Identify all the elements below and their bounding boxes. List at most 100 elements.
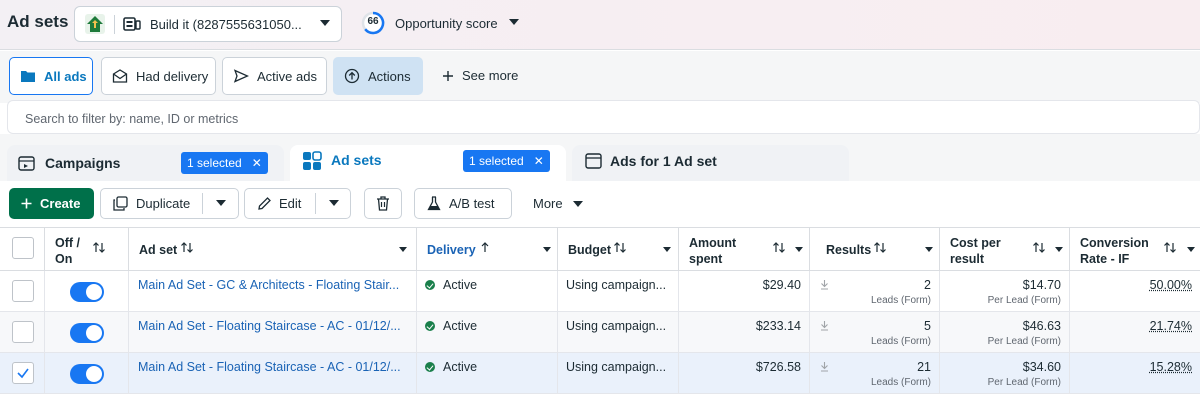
- row-select-cell: [0, 312, 45, 352]
- cost-per-result-value: $34.60: [1022, 360, 1061, 374]
- ab-test-label: A/B test: [449, 196, 495, 211]
- duplicate-button[interactable]: Duplicate: [101, 189, 202, 218]
- column-label: Ad set: [139, 243, 178, 257]
- ad-set-name-link[interactable]: Main Ad Set - Floating Staircase - AC - …: [138, 319, 416, 333]
- sort-icon[interactable]: [773, 242, 785, 253]
- column-label: Delivery: [427, 243, 476, 257]
- edit-button[interactable]: Edit: [245, 189, 315, 218]
- table-row[interactable]: Main Ad Set - Floating Staircase - AC - …: [0, 312, 1200, 353]
- conversion-rate-cell: 50.00%: [1070, 271, 1200, 311]
- chevron-down-icon[interactable]: [509, 19, 519, 25]
- row-checkbox[interactable]: [12, 280, 34, 302]
- column-label: Rate - IF: [1080, 252, 1130, 266]
- chevron-down-icon[interactable]: [329, 200, 339, 206]
- header-amount-spent[interactable]: Amount spent: [679, 228, 810, 271]
- delivery-status: Active: [443, 360, 478, 374]
- sort-icon[interactable]: [1164, 242, 1176, 253]
- opportunity-score-label[interactable]: Opportunity score: [395, 16, 498, 31]
- plus-icon: [21, 198, 32, 209]
- filter-had-delivery[interactable]: Had delivery: [101, 57, 216, 95]
- ad-set-name-link[interactable]: Main Ad Set - GC & Architects - Floating…: [138, 278, 416, 292]
- divider: [114, 15, 115, 34]
- header-cost-per-result[interactable]: Cost per result: [940, 228, 1070, 271]
- divider: [315, 193, 316, 214]
- budget-value: Using campaign...: [566, 360, 667, 374]
- selected-chip[interactable]: 1 selected ✕: [181, 152, 268, 174]
- tab-label: Ads for 1 Ad set: [610, 153, 717, 169]
- header-conversion-rate[interactable]: Conversion Rate - IF: [1070, 228, 1200, 271]
- flask-icon: [427, 196, 441, 211]
- amount-spent-value: $29.40: [762, 278, 801, 292]
- header-ad-set[interactable]: Ad set: [129, 228, 417, 271]
- chevron-down-icon[interactable]: [663, 247, 671, 252]
- selected-chip[interactable]: 1 selected ✕: [463, 150, 550, 172]
- on-off-toggle[interactable]: [70, 364, 104, 384]
- on-off-toggle[interactable]: [70, 282, 104, 302]
- select-all-checkbox[interactable]: [12, 237, 34, 259]
- delete-button[interactable]: [364, 188, 402, 219]
- column-label: Cost per: [950, 236, 1001, 250]
- close-icon[interactable]: ✕: [534, 154, 544, 168]
- budget-value: Using campaign...: [566, 319, 667, 333]
- header-select-all: [0, 228, 45, 271]
- results-value: 5: [924, 319, 931, 333]
- table-row[interactable]: Main Ad Set - Floating Staircase - AC - …: [0, 353, 1200, 394]
- tab-ad-sets[interactable]: Ad sets 1 selected ✕: [290, 145, 566, 183]
- ad-sets-table: Off / On Ad set Delivery Budget Amount s…: [0, 227, 1200, 396]
- chevron-down-icon[interactable]: [925, 247, 933, 252]
- chevron-down-icon[interactable]: [399, 247, 407, 252]
- see-more-button[interactable]: See more: [442, 68, 518, 83]
- download-icon: [821, 362, 828, 372]
- sort-icon[interactable]: [1033, 242, 1045, 253]
- filter-active-ads[interactable]: Active ads: [222, 57, 327, 95]
- account-selector[interactable]: Build it (8287555631050...: [74, 6, 342, 42]
- chevron-down-icon[interactable]: [543, 247, 551, 252]
- sort-icon[interactable]: [181, 242, 193, 253]
- create-button[interactable]: Create: [9, 188, 94, 219]
- sort-icon[interactable]: [874, 242, 886, 253]
- active-status-icon: [425, 321, 435, 331]
- row-checkbox[interactable]: [12, 321, 34, 343]
- search-input[interactable]: Search to filter by: name, ID or metrics: [7, 100, 1200, 134]
- column-label: result: [950, 252, 985, 266]
- ad-set-name-link[interactable]: Main Ad Set - Floating Staircase - AC - …: [138, 360, 416, 374]
- duplicate-button-group: Duplicate: [100, 188, 239, 219]
- row-checkbox[interactable]: [12, 362, 34, 384]
- tab-campaigns[interactable]: Campaigns 1 selected ✕: [7, 145, 284, 183]
- conversion-rate-cell: 21.74%: [1070, 312, 1200, 352]
- grid-icon: [303, 151, 322, 170]
- on-off-toggle[interactable]: [70, 323, 104, 343]
- chevron-down-icon[interactable]: [795, 247, 803, 252]
- tab-label: Campaigns: [45, 155, 121, 171]
- account-logo-icon: [85, 14, 105, 34]
- sort-icon[interactable]: [93, 242, 105, 253]
- header-results[interactable]: Results: [810, 228, 940, 271]
- duplicate-icon: [113, 196, 128, 211]
- header-budget[interactable]: Budget: [558, 228, 679, 271]
- table-header: Off / On Ad set Delivery Budget Amount s…: [0, 227, 1200, 271]
- chevron-down-icon[interactable]: [1055, 247, 1063, 252]
- account-name: Build it (8287555631050...: [150, 17, 302, 32]
- close-icon[interactable]: ✕: [252, 156, 262, 170]
- header-off-on[interactable]: Off / On: [45, 228, 129, 271]
- more-button[interactable]: More: [533, 196, 583, 211]
- header-delivery[interactable]: Delivery: [417, 228, 558, 271]
- spacer: [0, 134, 1200, 143]
- results-value: 2: [924, 278, 931, 292]
- results-type: Leads (Form): [870, 377, 931, 388]
- cost-per-result-value: $14.70: [1022, 278, 1061, 292]
- active-status-icon: [425, 362, 435, 372]
- tab-ads[interactable]: Ads for 1 Ad set: [572, 145, 849, 183]
- filter-actions[interactable]: Actions: [333, 57, 423, 95]
- chevron-down-icon[interactable]: [1187, 247, 1195, 252]
- filter-all-ads[interactable]: All ads: [9, 57, 93, 95]
- sort-ascending-icon[interactable]: [481, 242, 489, 253]
- sort-icon[interactable]: [614, 242, 626, 253]
- chevron-down-icon: [320, 20, 330, 26]
- budget-cell: Using campaign...: [558, 271, 679, 311]
- ab-test-button[interactable]: A/B test: [414, 188, 512, 219]
- chevron-down-icon[interactable]: [216, 200, 226, 206]
- tab-label: Ad sets: [331, 152, 382, 168]
- table-row[interactable]: Main Ad Set - GC & Architects - Floating…: [0, 271, 1200, 312]
- conversion-rate-cell: 15.28%: [1070, 353, 1200, 393]
